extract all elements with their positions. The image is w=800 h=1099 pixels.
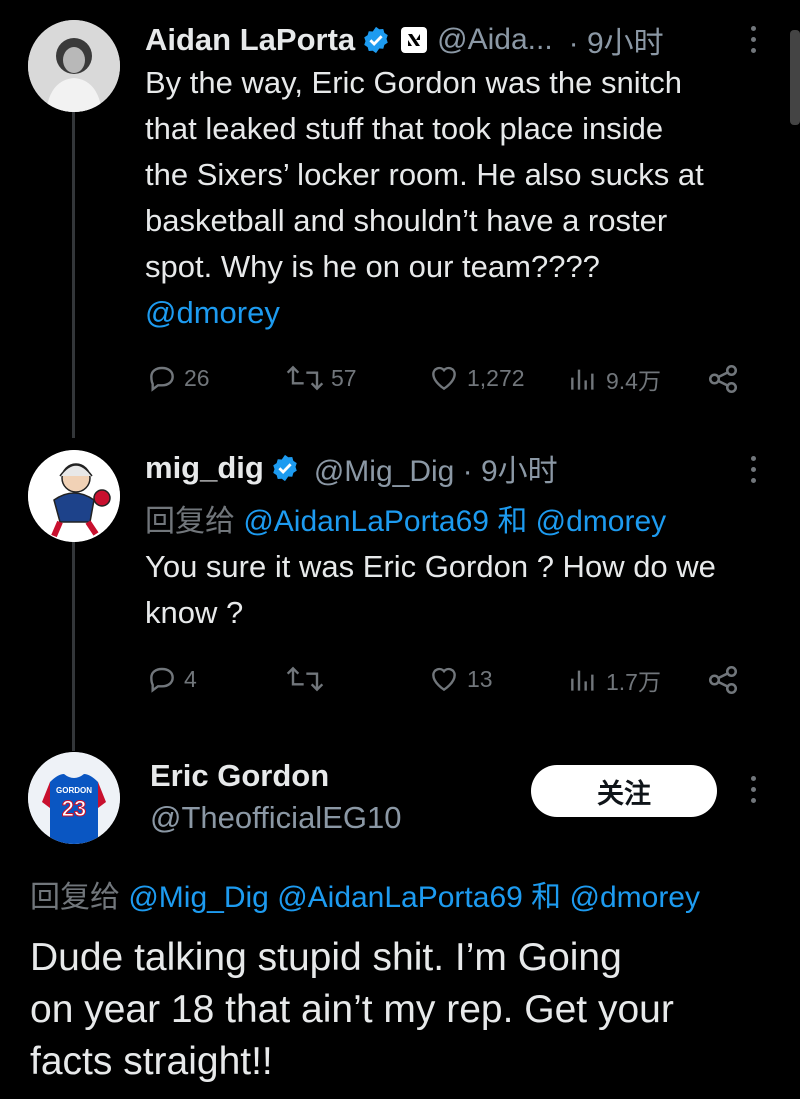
author-handle[interactable]: @TheofficialEG10 <box>150 800 401 836</box>
retweet-button[interactable] <box>285 663 331 695</box>
tweet-subheader: @TheofficialEG10 <box>150 800 401 836</box>
affiliation-badge-icon <box>401 27 428 53</box>
reply-icon <box>150 366 174 392</box>
retweet-count: 57 <box>331 364 357 391</box>
tweet-text-line: the Sixers’ locker room. He also sucks a… <box>145 157 704 192</box>
like-button[interactable]: 13 <box>427 663 493 695</box>
tweet-header: mig_dig @Mig_Dig · 9小时 <box>145 446 558 490</box>
tweet-text-line: that leaked stuff that took place inside <box>145 111 664 146</box>
mention-link[interactable]: @dmorey <box>145 290 785 336</box>
avatar[interactable]: GORDON 23 <box>28 752 120 844</box>
heart-icon <box>432 366 456 391</box>
tweet-header: Eric Gordon <box>150 758 329 794</box>
reply-and-label: 和 <box>497 505 528 538</box>
jersey-name: GORDON <box>56 786 92 795</box>
reply-context: 回复给 @Mig_Dig @AidanLaPorta69 和 @dmorey <box>30 872 700 916</box>
tweet-text-line: Dude talking stupid shit. I’m Going <box>30 936 622 979</box>
reply-icon <box>150 667 174 693</box>
mention-link[interactable]: @Mig_Dig <box>128 881 269 914</box>
more-options-icon[interactable] <box>748 776 758 803</box>
timestamp[interactable]: · 9小时 <box>569 18 664 62</box>
tweet-text-line: You sure it was Eric Gordon ? How do we <box>145 549 716 584</box>
reply-button[interactable]: 26 <box>146 362 210 394</box>
mention-link[interactable]: @AidanLaPorta69 <box>277 881 523 914</box>
verified-badge-icon <box>273 454 297 482</box>
more-options-icon[interactable] <box>748 26 758 53</box>
mention-link[interactable]: @dmorey <box>570 881 701 914</box>
thread-connector-line <box>72 536 75 751</box>
tweet-text-line: basketball and shouldn’t have a roster <box>145 203 668 238</box>
share-button[interactable] <box>706 663 746 697</box>
scrollbar[interactable] <box>790 30 800 125</box>
tweet-text: You sure it was Eric Gordon ? How do we … <box>145 544 785 636</box>
view-count: 9.4万 <box>606 368 661 394</box>
author-name[interactable]: mig_dig <box>145 450 264 486</box>
reply-count: 26 <box>184 364 210 391</box>
author-name[interactable]: Aidan LaPorta <box>145 22 355 58</box>
views-button[interactable]: 9.4万 <box>566 362 661 396</box>
views-bar-icon <box>571 369 594 390</box>
tweet-text-line: facts straight!! <box>30 1040 273 1083</box>
verified-badge-icon <box>364 26 388 54</box>
tweet-text-line: know ? <box>145 595 244 630</box>
heart-icon <box>432 667 456 692</box>
reply-to-label: 回复给 <box>30 881 120 914</box>
share-icon <box>708 364 738 394</box>
reply-and-label: 和 <box>531 881 562 914</box>
retweet-icon <box>286 365 324 391</box>
share-icon <box>708 665 738 695</box>
views-bar-icon <box>571 670 594 691</box>
more-options-icon[interactable] <box>748 456 758 483</box>
follow-button[interactable]: 关注 <box>531 765 717 817</box>
reply-count: 4 <box>184 665 197 692</box>
tweet-text: By the way, Eric Gordon was the snitch t… <box>145 60 785 336</box>
avatar[interactable] <box>28 20 120 112</box>
tweet-text: Dude talking stupid shit. I’m Going on y… <box>30 932 790 1088</box>
tweet-header: Aidan LaPorta @Aida... · 9小时 <box>145 18 664 62</box>
reply-context: 回复给 @AidanLaPorta69 和 @dmorey <box>145 496 666 540</box>
jersey-number: 23 <box>62 796 86 821</box>
retweet-button[interactable]: 57 <box>285 362 357 394</box>
mention-link[interactable]: @AidanLaPorta69 <box>243 505 489 538</box>
views-button[interactable]: 1.7万 <box>566 663 661 697</box>
like-count: 1,272 <box>467 364 525 391</box>
tweet-text-line: spot. Why is he on our team???? <box>145 249 600 284</box>
reply-to-label: 回复给 <box>145 505 235 538</box>
retweet-icon <box>286 666 324 692</box>
avatar[interactable] <box>28 450 120 542</box>
author-name[interactable]: Eric Gordon <box>150 758 329 794</box>
tweet-text-line: on year 18 that ain’t my rep. Get your <box>30 988 674 1031</box>
reply-button[interactable]: 4 <box>146 663 197 695</box>
mention-link[interactable]: @dmorey <box>536 505 667 538</box>
like-button[interactable]: 1,272 <box>427 362 525 394</box>
view-count: 1.7万 <box>606 669 661 695</box>
share-button[interactable] <box>706 362 746 396</box>
tweet-text-line: By the way, Eric Gordon was the snitch <box>145 65 682 100</box>
like-count: 13 <box>467 665 493 692</box>
author-handle[interactable]: @Mig_Dig · 9小时 <box>314 446 558 490</box>
thread-connector-line <box>72 108 75 438</box>
author-handle[interactable]: @Aida... <box>437 23 553 57</box>
